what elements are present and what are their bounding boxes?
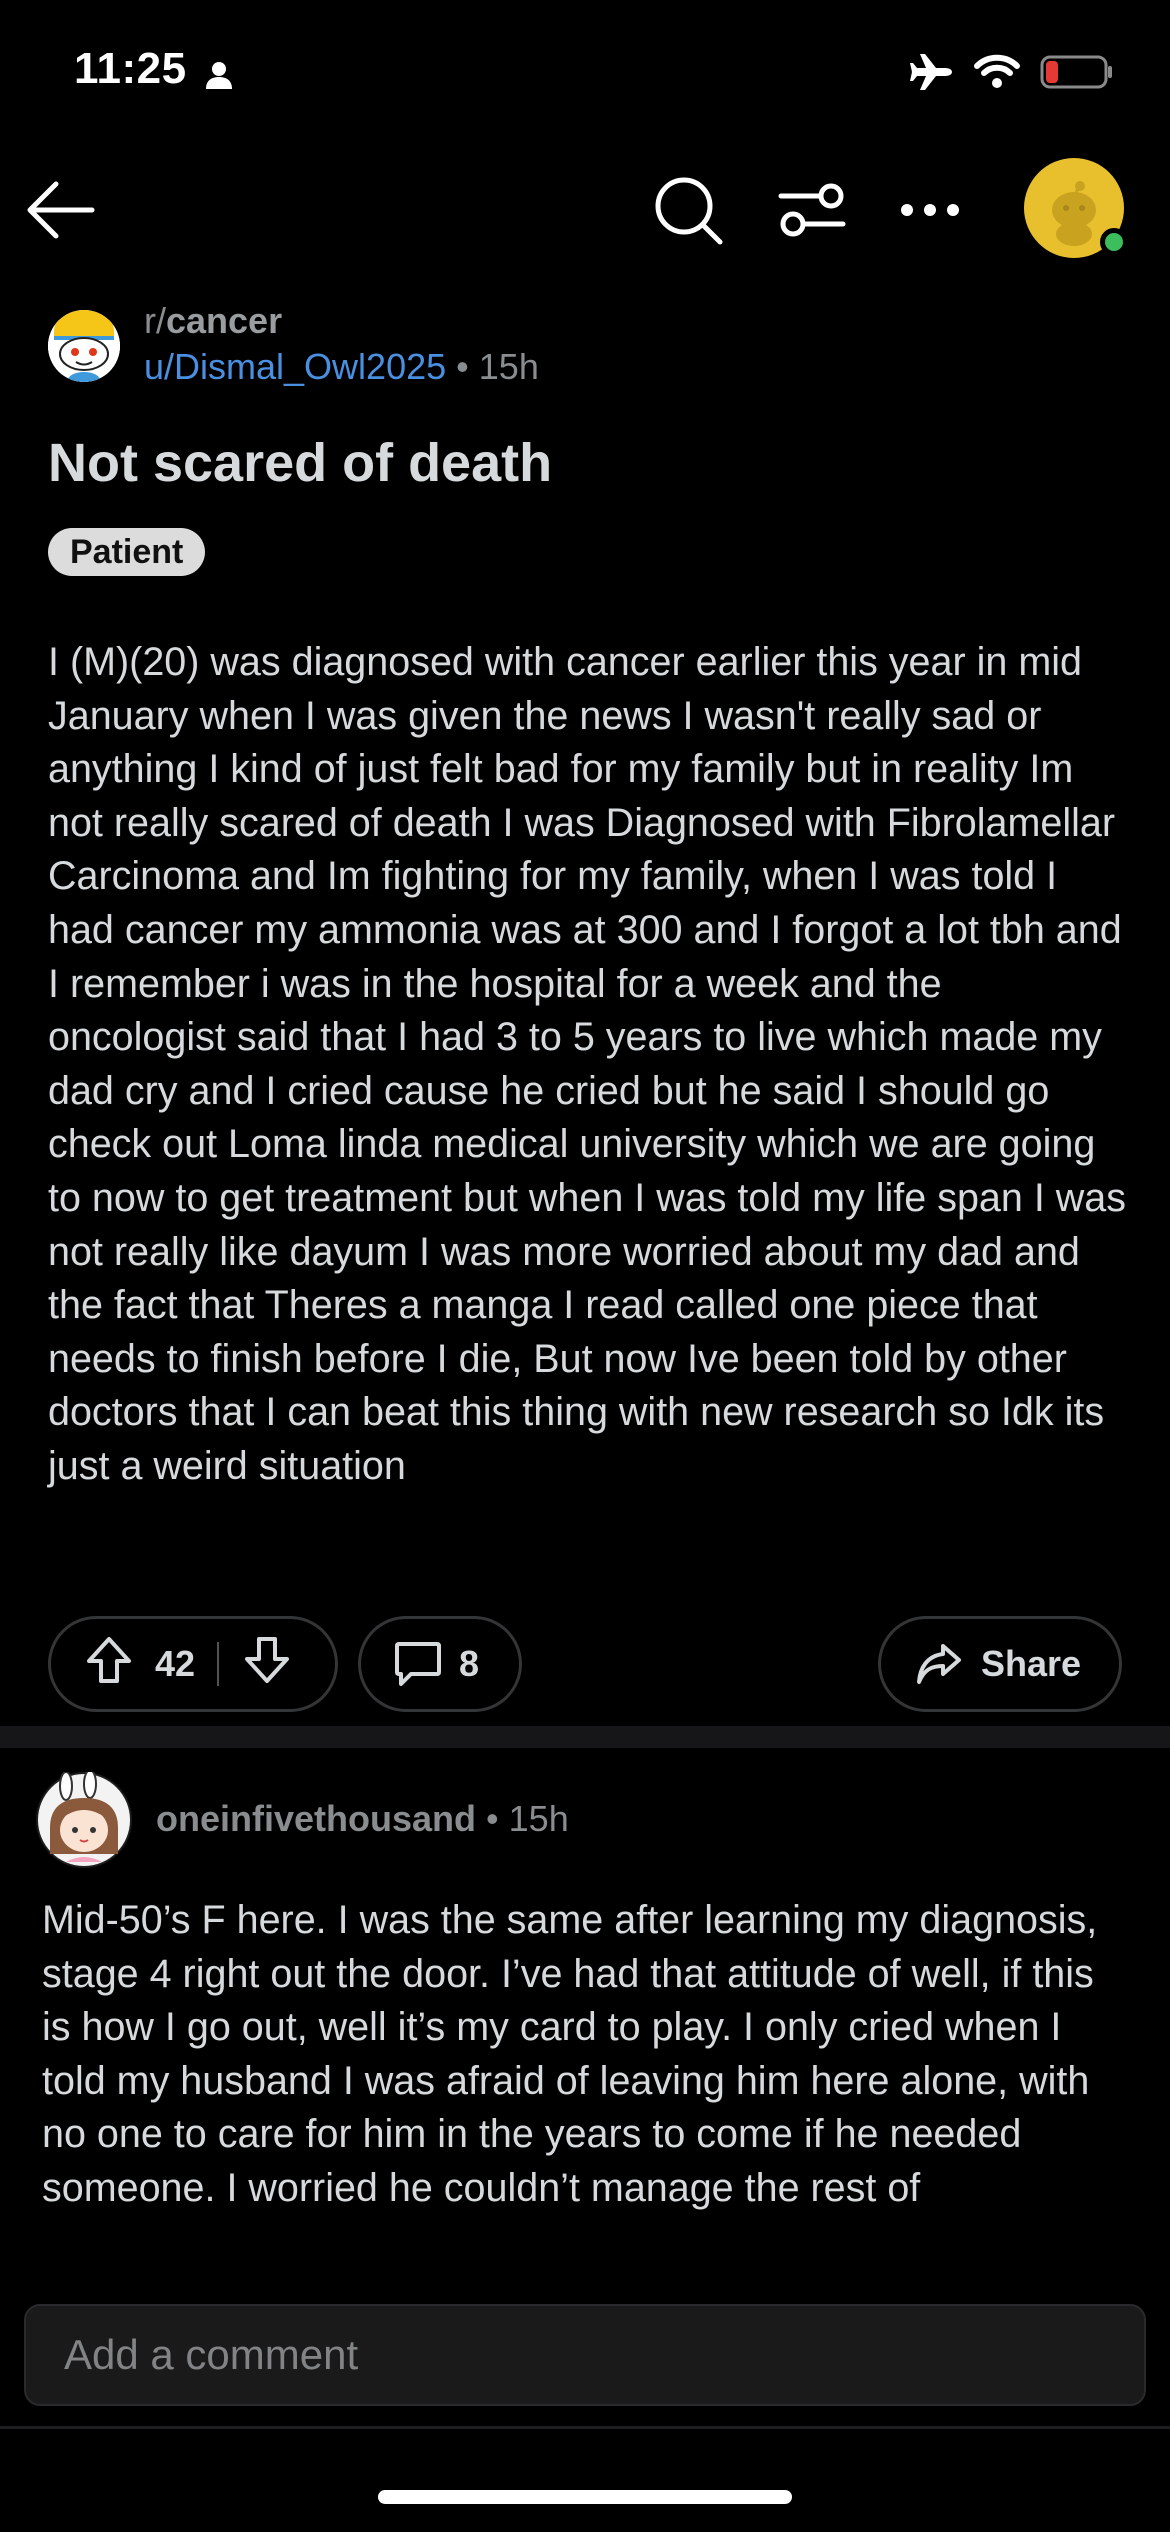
back-button[interactable] [20,170,100,250]
person-icon [204,60,234,95]
post-title: Not scared of death [48,433,553,493]
post-screen: 11:25 r/cancer u/Dismal_Owl2025 • 15h No… [0,0,1170,2532]
status-bar: 11:25 [0,0,1170,150]
upvote-arrow-icon [87,1636,131,1683]
post-age: 15h [478,346,539,387]
add-comment-input[interactable]: Add a comment [24,2304,1146,2406]
comment-count: 8 [459,1643,480,1684]
downvote-arrow-icon [245,1636,290,1683]
bottom-divider [0,2426,1170,2429]
post-flair[interactable]: Patient [48,528,206,576]
comment-body-text: Mid-50’s F here. I was the same after le… [42,1898,1098,2210]
wifi-icon [974,54,1020,95]
user-avatar-button[interactable] [1024,158,1128,258]
subreddit-snoo-icon [48,310,120,382]
more-options-button[interactable] [888,168,972,252]
subreddit-prefix: r/ [144,300,166,341]
comment-meta: oneinfivethousand • 15h [156,1798,569,1840]
subreddit-link[interactable]: r/cancer [144,300,282,342]
post-action-bar: 42 8 Share [48,1616,1122,1712]
comment-header: oneinfivethousand • 15h [36,1768,1136,1868]
vote-count: 42 [155,1643,196,1684]
meta-separator: • [456,346,469,387]
subreddit-name: cancer [166,300,283,341]
arrow-left-icon [27,181,95,239]
status-indicators [908,52,1114,97]
top-nav-bar [0,150,1170,260]
status-time: 11:25 [74,44,187,93]
post-meta: u/Dismal_Owl2025 • 15h [144,346,539,388]
comments-button[interactable]: 8 [358,1616,522,1712]
comment-author-link[interactable]: oneinfivethousand [156,1798,476,1839]
share-label: Share [981,1643,1082,1684]
more-horizontal-icon [901,204,959,216]
comment-author-avatar[interactable] [36,1769,132,1868]
sort-button[interactable] [770,168,854,252]
upvote-button[interactable] [85,1635,133,1694]
home-indicator[interactable] [378,2490,792,2504]
downvote-button[interactable] [243,1635,291,1694]
online-status-dot [1100,228,1128,256]
sort-sliders-icon [778,183,846,237]
share-arrow-icon [917,1644,961,1684]
comment-age: 15h [508,1798,569,1839]
battery-icon [1040,54,1114,95]
section-divider [0,1726,1170,1748]
airplane-icon [908,52,954,97]
vote-divider [217,1642,220,1686]
bunny-girl-avatar-icon [38,1769,130,1866]
search-icon [655,177,723,245]
search-button[interactable] [646,168,730,252]
share-button[interactable]: Share [878,1616,1122,1712]
comment-meta-separator: • [486,1798,499,1839]
vote-control: 42 [48,1616,338,1712]
subreddit-avatar[interactable] [48,310,120,382]
post-header: r/cancer u/Dismal_Owl2025 • 15h [48,300,1128,390]
comment-bubble-icon [395,1642,441,1686]
post-author-link[interactable]: u/Dismal_Owl2025 [144,346,446,387]
post-body-text: I (M)(20) was diagnosed with cancer earl… [48,640,1127,1488]
